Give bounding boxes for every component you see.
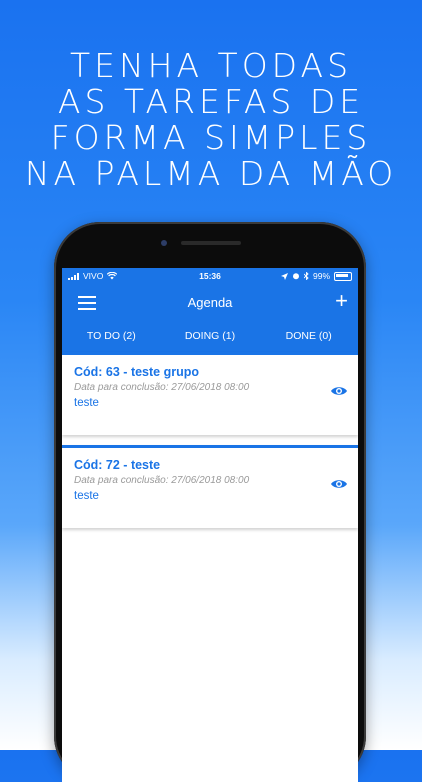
status-tabs: TO DO (2) DOING (1) DONE (0) bbox=[62, 326, 358, 348]
headline-line-2: AS TAREFAS DE bbox=[57, 82, 365, 121]
task-description: teste bbox=[74, 397, 99, 409]
eye-icon[interactable] bbox=[330, 385, 348, 397]
task-title: Cód: 72 - teste bbox=[74, 458, 161, 472]
task-title: Cód: 63 - teste grupo bbox=[74, 365, 200, 379]
tab-done[interactable]: DONE (0) bbox=[259, 326, 358, 348]
battery-icon bbox=[334, 271, 352, 281]
promo-headline: TENHA TODAS AS TAREFAS DE FORMA SIMPLES … bbox=[0, 48, 422, 192]
page-title: Agenda bbox=[187, 295, 233, 310]
task-list: Cód: 63 - teste grupo Data para conclusã… bbox=[62, 352, 358, 538]
bluetooth-icon bbox=[303, 272, 309, 280]
plus-icon[interactable]: + bbox=[335, 290, 348, 312]
location-icon bbox=[280, 272, 288, 280]
tab-doing[interactable]: DOING (1) bbox=[161, 326, 260, 348]
phone-frame: VIVO 15:36 99% Agenda + TO DO (2) DOING … bbox=[54, 222, 366, 782]
app-screen: VIVO 15:36 99% Agenda + TO DO (2) DOING … bbox=[62, 268, 358, 782]
tab-todo[interactable]: TO DO (2) bbox=[62, 326, 161, 348]
task-due-date: Data para conclusão: 27/06/2018 08:00 bbox=[74, 475, 250, 486]
alarm-icon bbox=[292, 273, 299, 280]
task-description: teste bbox=[74, 490, 99, 502]
phone-top-bezel bbox=[54, 222, 366, 268]
status-bar: VIVO 15:36 99% bbox=[62, 268, 358, 284]
speaker-grille bbox=[181, 241, 241, 245]
eye-icon[interactable] bbox=[330, 478, 348, 490]
task-due-date: Data para conclusão: 27/06/2018 08:00 bbox=[74, 382, 250, 393]
battery-percent: 99% bbox=[312, 271, 330, 281]
headline-line-3: FORMA SIMPLES bbox=[50, 118, 372, 157]
camera-icon bbox=[161, 240, 167, 246]
task-card[interactable]: Cód: 63 - teste grupo Data para conclusã… bbox=[62, 352, 358, 435]
task-card[interactable]: Cód: 72 - teste Data para conclusão: 27/… bbox=[62, 445, 358, 528]
navbar: Agenda + bbox=[62, 290, 358, 316]
headline-line-4: NA PALMA DA MÃO bbox=[24, 154, 398, 193]
app-header: VIVO 15:36 99% Agenda + TO DO (2) DOING … bbox=[62, 268, 358, 364]
headline-line-1: TENHA TODAS bbox=[69, 46, 353, 85]
